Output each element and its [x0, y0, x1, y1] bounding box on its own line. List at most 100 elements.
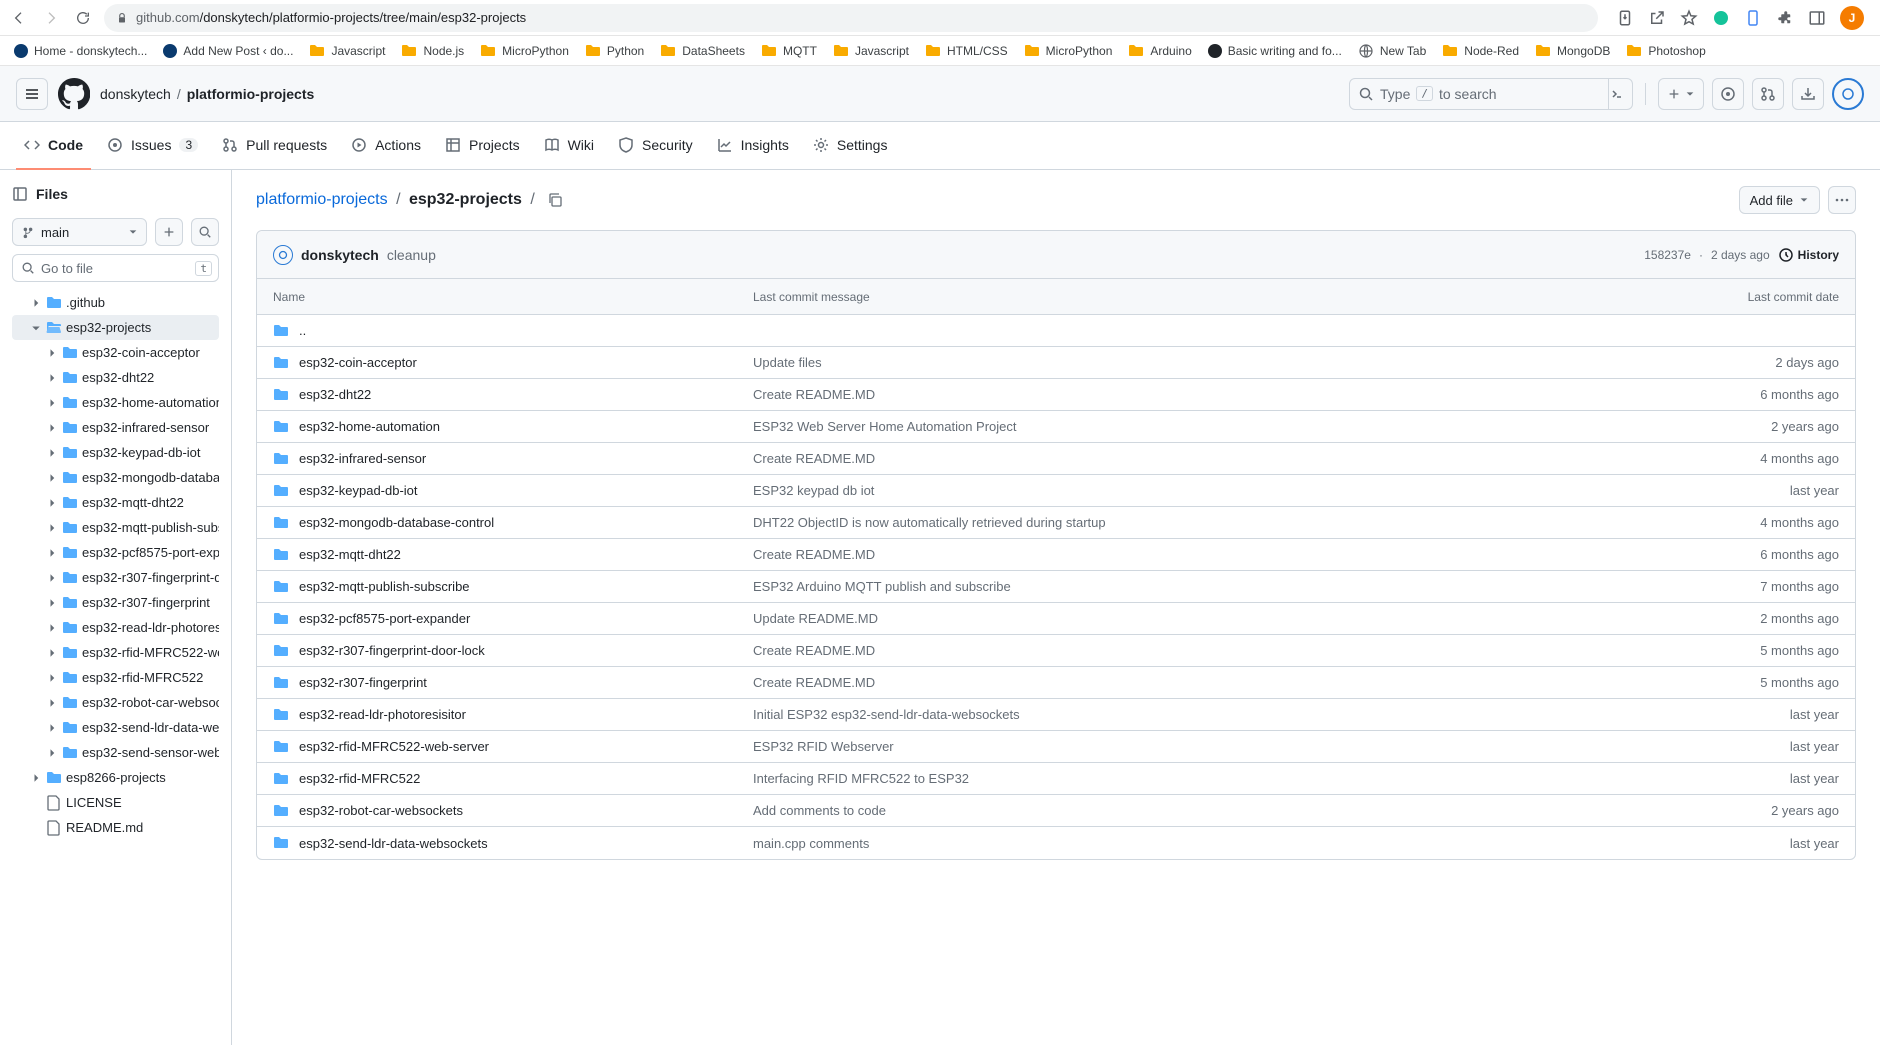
- tree-item[interactable]: esp32-infrared-sensor: [12, 415, 219, 440]
- bookmark-item[interactable]: Home - donskytech...: [8, 40, 153, 62]
- file-name-link[interactable]: esp32-coin-acceptor: [299, 355, 417, 370]
- tree-item[interactable]: esp32-r307-fingerprint-door-lock: [12, 565, 219, 590]
- tree-item[interactable]: .github: [12, 290, 219, 315]
- tree-item[interactable]: esp32-projects: [12, 315, 219, 340]
- commit-message-link[interactable]: Create README.MD: [753, 387, 1709, 402]
- tree-item[interactable]: esp32-send-sensor-websocket: [12, 740, 219, 765]
- file-name-link[interactable]: esp32-pcf8575-port-expander: [299, 611, 470, 626]
- tree-item[interactable]: esp32-r307-fingerprint: [12, 590, 219, 615]
- owner-link[interactable]: donskytech: [100, 86, 171, 102]
- file-name-link[interactable]: esp32-r307-fingerprint-door-lock: [299, 643, 485, 658]
- tree-item[interactable]: esp32-dht22: [12, 365, 219, 390]
- tree-item[interactable]: esp32-mqtt-dht22: [12, 490, 219, 515]
- menu-button[interactable]: [16, 78, 48, 110]
- bookmark-item[interactable]: MicroPython: [1018, 39, 1119, 63]
- tab-pull-requests[interactable]: Pull requests: [214, 122, 335, 170]
- tree-item[interactable]: esp32-mqtt-publish-subscribe: [12, 515, 219, 540]
- create-new-button[interactable]: [1658, 78, 1704, 110]
- sidepanel-icon[interactable]: [1808, 9, 1826, 27]
- bookmark-item[interactable]: Arduino: [1122, 39, 1197, 63]
- bookmark-item[interactable]: Node.js: [395, 39, 470, 63]
- panel-icon[interactable]: [12, 186, 28, 202]
- file-name-link[interactable]: esp32-infrared-sensor: [299, 451, 426, 466]
- commit-author-link[interactable]: donskytech: [301, 247, 379, 263]
- file-name-link[interactable]: esp32-mqtt-publish-subscribe: [299, 579, 470, 594]
- tab-issues[interactable]: Issues3: [99, 122, 206, 170]
- commit-message-link[interactable]: ESP32 keypad db iot: [753, 483, 1709, 498]
- tree-item[interactable]: esp8266-projects: [12, 765, 219, 790]
- commit-author-avatar[interactable]: [273, 245, 293, 265]
- commit-message-link[interactable]: Initial ESP32 esp32-send-ldr-data-websoc…: [753, 707, 1709, 722]
- tab-actions[interactable]: Actions: [343, 122, 429, 170]
- command-palette-button[interactable]: [1601, 78, 1633, 110]
- add-file-button[interactable]: [155, 218, 183, 246]
- file-name-link[interactable]: esp32-home-automation: [299, 419, 440, 434]
- bookmark-item[interactable]: Javascript: [303, 39, 391, 63]
- install-icon[interactable]: [1616, 9, 1634, 27]
- tab-projects[interactable]: Projects: [437, 122, 528, 170]
- tab-insights[interactable]: Insights: [709, 122, 797, 170]
- file-name-link[interactable]: esp32-r307-fingerprint: [299, 675, 427, 690]
- extensions-icon[interactable]: [1776, 9, 1794, 27]
- file-name-link[interactable]: esp32-mongodb-database-control: [299, 515, 494, 530]
- history-button[interactable]: History: [1778, 247, 1839, 263]
- tab-settings[interactable]: Settings: [805, 122, 896, 170]
- file-name-link[interactable]: esp32-send-ldr-data-websockets: [299, 836, 488, 851]
- file-name-link[interactable]: esp32-mqtt-dht22: [299, 547, 401, 562]
- tree-item[interactable]: esp32-send-ldr-data-websockets: [12, 715, 219, 740]
- commit-message-link[interactable]: Create README.MD: [753, 675, 1709, 690]
- browser-back-button[interactable]: [8, 7, 30, 29]
- github-logo-icon[interactable]: [58, 78, 90, 110]
- tree-item[interactable]: esp32-read-ldr-photoresisitor: [12, 615, 219, 640]
- star-icon[interactable]: [1680, 9, 1698, 27]
- file-name-link[interactable]: esp32-rfid-MFRC522-web-server: [299, 739, 489, 754]
- tab-code[interactable]: Code: [16, 122, 91, 170]
- tree-item[interactable]: README.md: [12, 815, 219, 840]
- branch-selector[interactable]: main: [12, 218, 147, 246]
- file-name-link[interactable]: esp32-read-ldr-photoresisitor: [299, 707, 466, 722]
- pull-requests-button[interactable]: [1752, 78, 1784, 110]
- commit-message-link[interactable]: Create README.MD: [753, 643, 1709, 658]
- bookmark-item[interactable]: Photoshop: [1620, 39, 1711, 63]
- grammarly-icon[interactable]: [1712, 9, 1730, 27]
- tree-item[interactable]: esp32-mongodb-database-con...: [12, 465, 219, 490]
- bookmark-item[interactable]: DataSheets: [654, 39, 751, 63]
- bookmark-item[interactable]: MongoDB: [1529, 39, 1616, 63]
- search-input[interactable]: Type / to search: [1349, 78, 1609, 110]
- tree-item[interactable]: esp32-keypad-db-iot: [12, 440, 219, 465]
- bookmark-item[interactable]: Basic writing and fo...: [1202, 40, 1348, 62]
- commit-message-link[interactable]: Add comments to code: [753, 803, 1709, 818]
- tree-item[interactable]: LICENSE: [12, 790, 219, 815]
- browser-forward-button[interactable]: [40, 7, 62, 29]
- add-file-dropdown[interactable]: Add file: [1739, 186, 1820, 214]
- issues-button[interactable]: [1712, 78, 1744, 110]
- commit-message-link[interactable]: DHT22 ObjectID is now automatically retr…: [753, 515, 1709, 530]
- file-name-link[interactable]: esp32-rfid-MFRC522: [299, 771, 420, 786]
- address-bar[interactable]: github.com/donskytech/platformio-project…: [104, 4, 1598, 32]
- tree-item[interactable]: esp32-home-automation: [12, 390, 219, 415]
- search-files-button[interactable]: [191, 218, 219, 246]
- profile-avatar[interactable]: J: [1840, 6, 1864, 30]
- browser-reload-button[interactable]: [72, 7, 94, 29]
- tree-item[interactable]: esp32-rfid-MFRC522-web-server: [12, 640, 219, 665]
- file-filter-input[interactable]: Go to file t: [12, 254, 219, 282]
- file-name-link[interactable]: esp32-robot-car-websockets: [299, 803, 463, 818]
- repo-link[interactable]: platformio-projects: [187, 86, 315, 102]
- bookmark-item[interactable]: Python: [579, 39, 650, 63]
- tree-item[interactable]: esp32-pcf8575-port-expander: [12, 540, 219, 565]
- file-name-link[interactable]: esp32-dht22: [299, 387, 371, 402]
- commit-message-link[interactable]: ESP32 RFID Webserver: [753, 739, 1709, 754]
- user-avatar[interactable]: [1832, 78, 1864, 110]
- tree-item[interactable]: esp32-robot-car-websockets: [12, 690, 219, 715]
- commit-message-link[interactable]: Create README.MD: [753, 547, 1709, 562]
- tree-item[interactable]: esp32-rfid-MFRC522: [12, 665, 219, 690]
- phone-icon[interactable]: [1744, 9, 1762, 27]
- commit-message-link[interactable]: main.cpp comments: [753, 836, 1709, 851]
- parent-dir-row[interactable]: ..: [257, 315, 1855, 347]
- bookmark-item[interactable]: MicroPython: [474, 39, 575, 63]
- file-name-link[interactable]: esp32-keypad-db-iot: [299, 483, 418, 498]
- more-options-button[interactable]: [1828, 186, 1856, 214]
- commit-message-link[interactable]: Interfacing RFID MFRC522 to ESP32: [753, 771, 1709, 786]
- inbox-button[interactable]: [1792, 78, 1824, 110]
- bookmark-item[interactable]: Javascript: [827, 39, 915, 63]
